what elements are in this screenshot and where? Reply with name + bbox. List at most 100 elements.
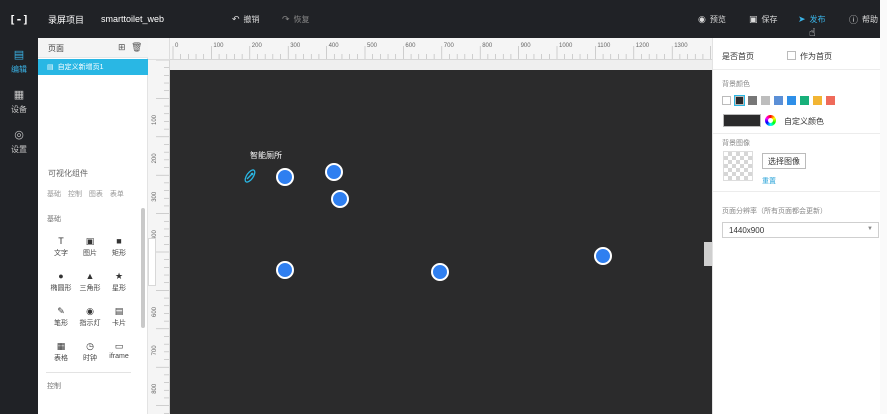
component-label: 表格 (54, 355, 68, 362)
project-name[interactable]: smarttoilet_web (101, 0, 164, 38)
page-scrollbar[interactable] (880, 0, 887, 414)
left-rail: ▤ 编辑 ▦ 设备 ◎ 设置 (0, 38, 38, 414)
text-icon: T (58, 236, 64, 246)
preview-button[interactable]: ◉ 预览 (698, 0, 726, 38)
publish-label: 发布 (809, 14, 826, 24)
component-indicator[interactable]: ◉ 指示灯 (75, 306, 105, 328)
component-label: 矩形 (112, 250, 126, 257)
bg-image-label: 背景图像 (722, 140, 750, 147)
delete-page-icon[interactable]: 🗑 (131, 42, 142, 53)
device-marker[interactable] (331, 190, 349, 208)
ruler-label: 200 (152, 153, 158, 164)
home-section: 是否首页 作为首页 (713, 38, 881, 70)
color-swatch[interactable] (826, 96, 835, 105)
undo-button[interactable]: ↶ 撤销 (232, 0, 260, 38)
component-star[interactable]: ★ 星形 (104, 271, 134, 293)
save-icon: ▣ (749, 13, 758, 24)
component-triangle[interactable]: ▲ 三角形 (75, 271, 105, 293)
color-swatch[interactable] (748, 96, 757, 105)
brand-logo-icon[interactable] (242, 168, 258, 186)
page-icon: ▤ (47, 64, 54, 71)
reset-link[interactable]: 重置 (762, 176, 776, 186)
as-home-checkbox[interactable] (787, 51, 796, 60)
image-icon: ▣ (85, 236, 95, 246)
horizontal-ruler-ticks: 0 100 200 300 400 500 600 700 800 900 1000 1100 1200… (172, 43, 711, 59)
component-pen[interactable]: ✎ 笔形 (46, 306, 76, 328)
as-home-label: 作为首页 (800, 52, 832, 61)
component-ellipse[interactable]: ● 椭圆形 (46, 271, 76, 293)
page-item[interactable]: ▤ 自定义新增页1 (38, 59, 148, 75)
color-swatch[interactable] (800, 96, 809, 105)
send-icon: ➤ (798, 13, 806, 24)
ruler-label: 0 (175, 43, 179, 49)
component-label: 三角形 (79, 285, 101, 292)
canvas-title-text[interactable]: 智能厕所 (250, 150, 282, 161)
indicator-icon: ◉ (86, 306, 94, 316)
component-iframe[interactable]: ▭ iframe (104, 341, 134, 360)
bg-image-preview[interactable] (723, 151, 753, 181)
component-label: 图片 (83, 250, 97, 257)
eye-icon: ◉ (698, 13, 706, 24)
page-item-label: 自定义新增页1 (57, 64, 104, 71)
help-button[interactable]: ⓘ 帮助 (849, 0, 878, 38)
add-page-icon[interactable]: ⊞ (118, 42, 126, 53)
color-swatch[interactable] (734, 95, 745, 106)
ruler-label: 600 (152, 306, 158, 317)
color-swatch[interactable] (761, 96, 770, 105)
color-swatch[interactable] (774, 96, 783, 105)
color-swatch[interactable] (813, 96, 822, 105)
help-icon: ⓘ (849, 14, 859, 25)
tab-basic[interactable]: 基础 (47, 191, 61, 198)
component-rect[interactable]: ■ 矩形 (104, 236, 134, 258)
ruler-label: 500 (367, 43, 378, 49)
resolution-select[interactable]: 1440x900 ▼ (722, 222, 879, 238)
component-table[interactable]: ▦ 表格 (46, 341, 76, 363)
app-logo[interactable]: [-] (0, 0, 38, 38)
device-marker[interactable] (431, 263, 449, 281)
panel-scrollbar[interactable] (141, 208, 145, 328)
ruler-label: 300 (290, 43, 301, 49)
device-marker[interactable] (276, 261, 294, 279)
rail-item-label: 设备 (11, 105, 27, 114)
rail-item-settings[interactable]: ◎ 设置 (0, 128, 38, 155)
color-swatch[interactable] (787, 96, 796, 105)
help-label: 帮助 (862, 14, 879, 24)
component-image[interactable]: ▣ 图片 (75, 236, 105, 258)
device-marker[interactable] (276, 168, 294, 186)
current-color-box[interactable] (723, 114, 761, 127)
ruler-label: 1300 (674, 43, 688, 49)
stage-resize-grip[interactable] (704, 242, 712, 266)
redo-button[interactable]: ↷ 恢复 (282, 0, 310, 38)
component-clock[interactable]: ◷ 时钟 (75, 341, 105, 363)
is-home-label: 是否首页 (722, 52, 754, 61)
ruler-label: 200 (252, 43, 263, 49)
component-label: 卡片 (112, 320, 126, 327)
rail-item-edit[interactable]: ▤ 编辑 (0, 48, 38, 75)
component-label: 指示灯 (79, 320, 101, 327)
project-label[interactable]: 录屏项目 (48, 0, 84, 38)
vertical-ruler-ticks: 100200300400500600700800 (152, 60, 169, 414)
save-button[interactable]: ▣ 保存 (749, 0, 778, 38)
component-card[interactable]: ▤ 卡片 (104, 306, 134, 328)
ruler-label: 800 (482, 43, 493, 49)
canvas-stage[interactable]: 智能厕所 (170, 70, 712, 414)
color-swatch[interactable] (722, 96, 731, 105)
rail-item-label: 编辑 (11, 65, 27, 74)
basic-section-label: 基础 (47, 216, 61, 223)
chevron-down-icon: ▼ (867, 226, 873, 232)
device-marker[interactable] (325, 163, 343, 181)
component-text[interactable]: T 文字 (46, 236, 76, 258)
ruler-label: 100 (152, 114, 158, 125)
tab-form[interactable]: 表单 (110, 191, 124, 198)
rail-item-device[interactable]: ▦ 设备 (0, 88, 38, 115)
save-label: 保存 (761, 14, 778, 24)
tab-control[interactable]: 控制 (68, 191, 82, 198)
canvas-area: 0 100 200 300 400 500 600 700 800 900 1000 1100 1200… (148, 38, 712, 414)
device-marker[interactable] (594, 247, 612, 265)
color-picker-icon[interactable] (765, 115, 776, 126)
ellipse-icon: ● (58, 271, 64, 281)
choose-image-button[interactable]: 选择图像 (762, 153, 806, 169)
custom-color-label: 自定义颜色 (784, 117, 824, 126)
tab-chart[interactable]: 图表 (89, 191, 103, 198)
ruler-handle[interactable] (148, 238, 156, 286)
